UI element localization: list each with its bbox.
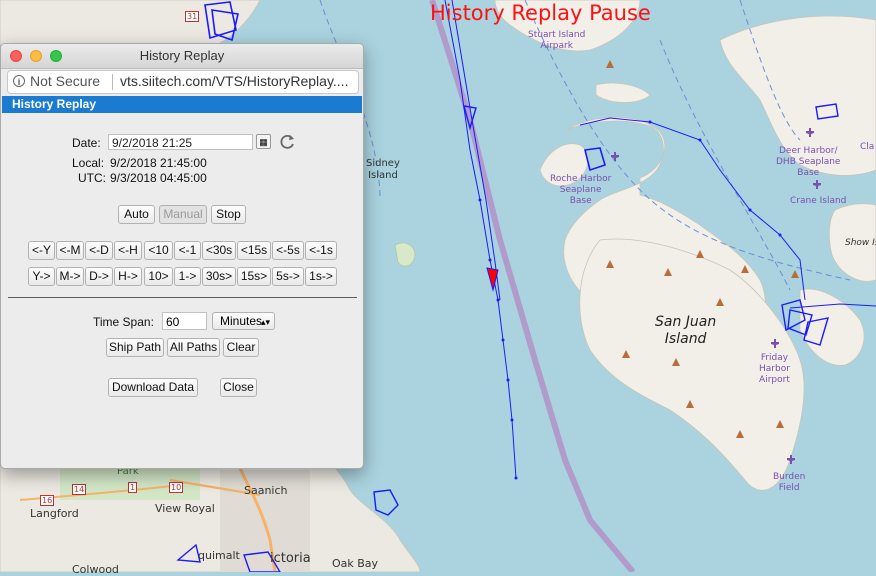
- north-shore: [0, 0, 261, 46]
- step-back-button-8[interactable]: <-5s: [272, 241, 304, 260]
- security-label: Not Secure: [30, 73, 101, 89]
- divider: [8, 297, 357, 298]
- step-forward-button-3[interactable]: H->: [114, 267, 142, 286]
- road-shield: 14: [72, 484, 87, 495]
- local-label: Local:: [72, 156, 105, 170]
- step-back-button-7[interactable]: <15s: [237, 241, 271, 260]
- step-forward-button-6[interactable]: 30s>: [202, 267, 236, 286]
- step-forward-button-9[interactable]: 1s->: [305, 267, 337, 286]
- step-back-button-2[interactable]: <-D: [85, 241, 113, 260]
- poi-crane-island: Crane Island: [790, 196, 847, 206]
- local-time: 9/2/2018 21:45:00: [110, 156, 207, 170]
- page-url[interactable]: vts.siitech.com/VTS/HistoryReplay....: [120, 73, 348, 89]
- timespan-input[interactable]: 60: [162, 312, 207, 330]
- date-label: Date:: [72, 136, 101, 150]
- stop-button[interactable]: Stop: [211, 205, 246, 224]
- clear-button[interactable]: Clear: [223, 338, 259, 357]
- poi-burden-field: Burden Field: [773, 472, 806, 493]
- panel-header: History Replay: [2, 96, 362, 113]
- timespan-unit-value: Minutes: [220, 314, 263, 328]
- refresh-icon[interactable]: [277, 132, 297, 152]
- step-back-button-0[interactable]: <-Y: [28, 241, 55, 260]
- address-bar[interactable]: i Not Secure vts.siitech.com/VTS/History…: [7, 70, 359, 94]
- step-forward-button-2[interactable]: D->: [85, 267, 113, 286]
- step-forward-button-1[interactable]: M->: [56, 267, 84, 286]
- step-forward-button-5[interactable]: 1->: [174, 267, 201, 286]
- step-forward-button-8[interactable]: 5s->: [272, 267, 304, 286]
- map-label-sidney-island: Sidney Island: [366, 158, 400, 181]
- map-label-esquimalt: quimalt: [198, 549, 240, 562]
- info-icon[interactable]: i: [13, 75, 25, 87]
- poi-friday-harbor-airport: Friday Harbor Airport: [759, 353, 790, 385]
- road-shield: 31: [185, 11, 200, 22]
- timespan-label: Time Span:: [93, 315, 154, 329]
- replay-status-banner: History Replay Pause: [430, 1, 651, 25]
- map-label-victoria: ictoria: [270, 551, 311, 566]
- calendar-icon[interactable]: ▦: [256, 134, 271, 149]
- ship-path-button[interactable]: Ship Path: [106, 338, 164, 357]
- download-data-button[interactable]: Download Data: [108, 378, 198, 397]
- road-shield: 10: [169, 482, 184, 493]
- close-button[interactable]: Close: [220, 378, 257, 397]
- step-back-button-9[interactable]: <-1s: [305, 241, 337, 260]
- map-label-san-juan-island: San Juan Island: [655, 314, 717, 347]
- utc-time: 9/3/2018 04:45:00: [110, 171, 207, 185]
- utc-label: UTC:: [78, 171, 106, 185]
- manual-button[interactable]: Manual: [159, 205, 207, 224]
- map-label-langford: Langford: [30, 507, 79, 520]
- road-shield: 16: [40, 495, 55, 506]
- step-back-button-5[interactable]: <-1: [174, 241, 201, 260]
- window-title: History Replay: [139, 48, 225, 63]
- poi-stuart-island-airpark: Stuart Island Airpark: [528, 30, 586, 51]
- step-back-button-3[interactable]: <-H: [114, 241, 142, 260]
- map-label-saanich: Saanich: [244, 484, 288, 497]
- step-back-button-4[interactable]: <10: [144, 241, 173, 260]
- date-input[interactable]: 9/2/2018 21:25: [108, 134, 253, 150]
- poi-deer-harbor: Deer Harbor/ DHB Seaplane Base: [776, 146, 841, 178]
- road-shield: 1: [128, 482, 138, 493]
- step-forward-button-4[interactable]: 10>: [144, 267, 173, 286]
- map-label-colwood: Colwood: [72, 563, 119, 576]
- history-replay-window: History Replay i Not Secure vts.siitech.…: [0, 43, 364, 469]
- timespan-unit-select[interactable]: Minutes ▴▾: [212, 312, 275, 330]
- all-paths-button[interactable]: All Paths: [167, 338, 220, 357]
- address-divider: [112, 74, 113, 90]
- step-forward-button-0[interactable]: Y->: [28, 267, 55, 286]
- step-back-button-1[interactable]: <-M: [56, 241, 84, 260]
- map-label-oak-bay: Oak Bay: [332, 557, 379, 570]
- step-back-button-6[interactable]: <30s: [202, 241, 236, 260]
- poi-roche-harbor-seaplane: Roche Harbor Seaplane Base: [550, 174, 612, 206]
- map-label-view-royal: View Royal: [155, 502, 215, 515]
- poi-show-island: Show Is: [845, 238, 876, 248]
- window-titlebar[interactable]: History Replay: [1, 44, 363, 69]
- step-forward-button-7[interactable]: 15s>: [237, 267, 271, 286]
- auto-button[interactable]: Auto: [118, 205, 155, 224]
- select-arrows-icon: ▴▾: [260, 317, 270, 327]
- poi-cla: Cla: [860, 142, 875, 152]
